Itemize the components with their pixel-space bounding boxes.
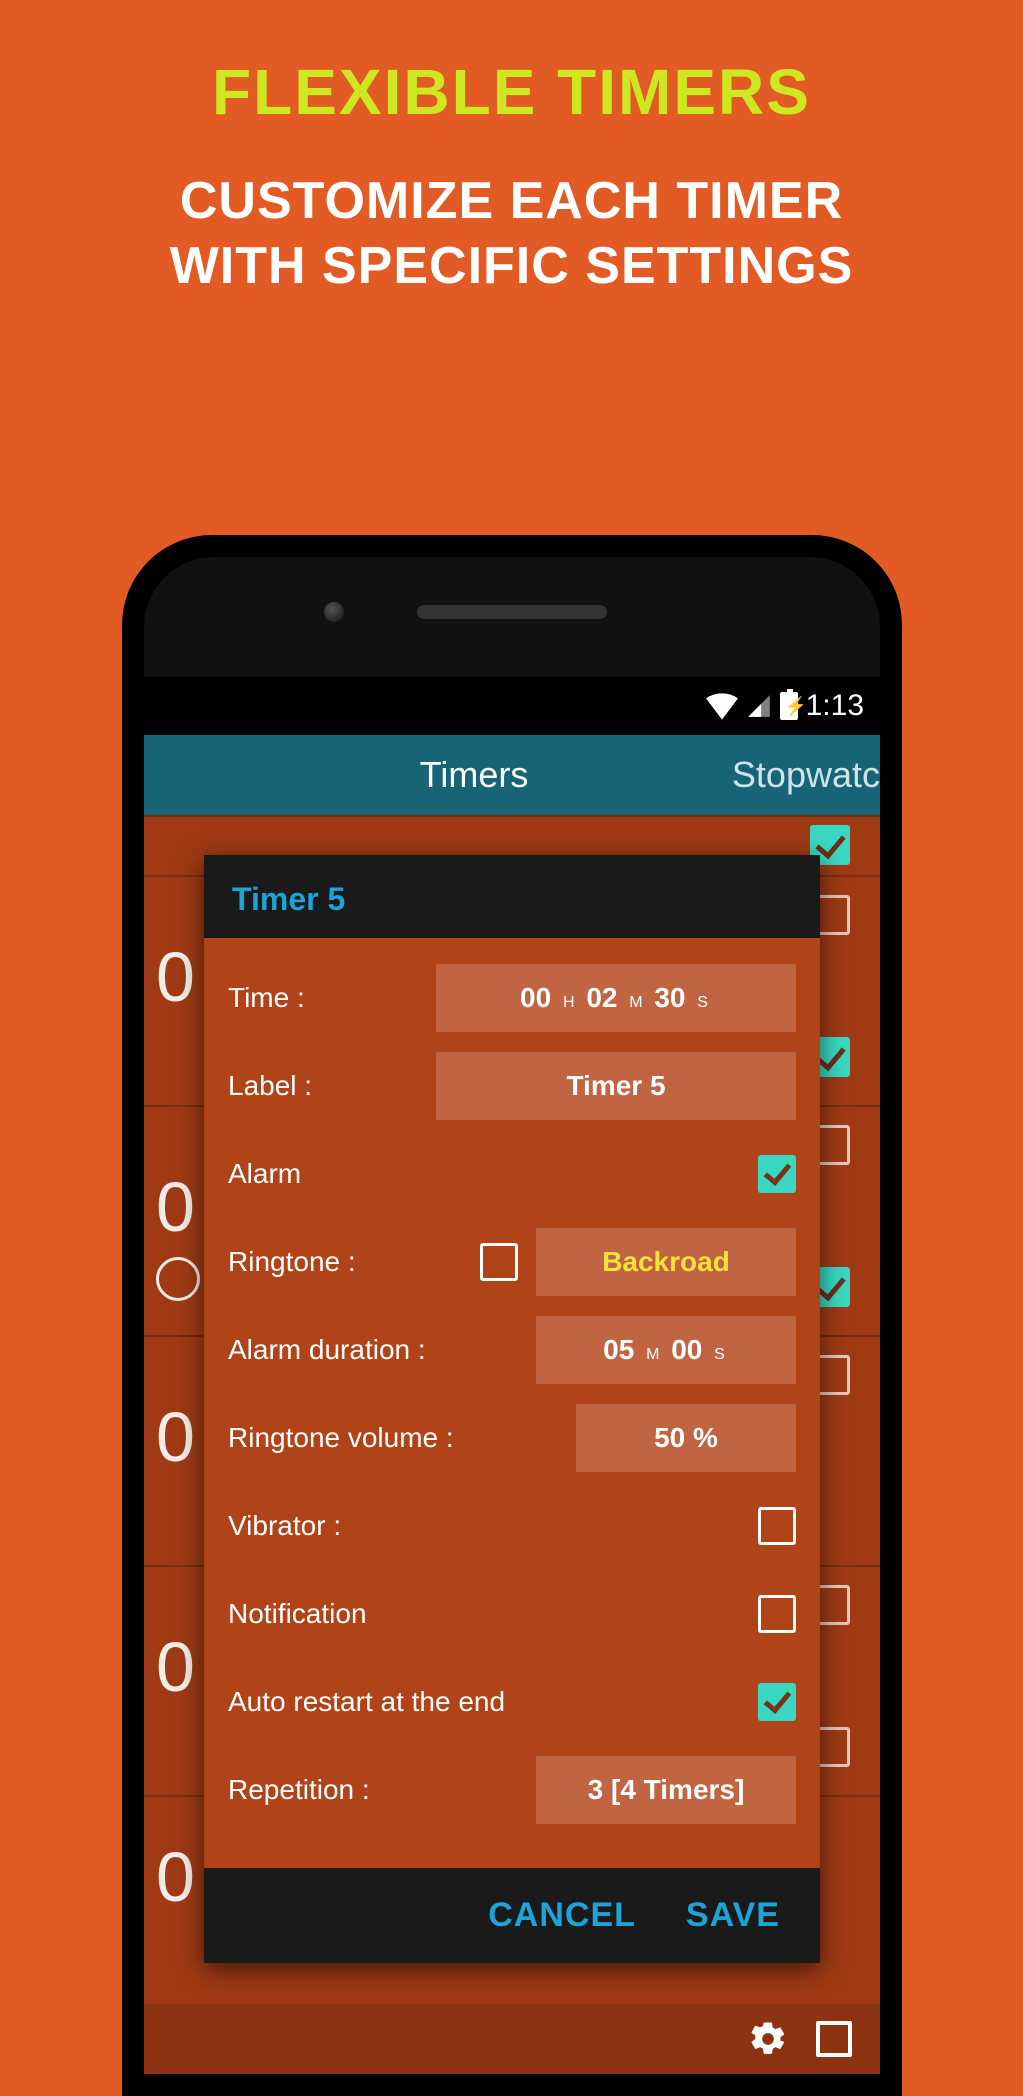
promo-title: FLEXIBLE TIMERS (0, 55, 1023, 129)
time-value-button[interactable]: 00 H 02 M 30 S (436, 964, 796, 1032)
timer-time-fragment: 0 (156, 1167, 197, 1247)
timer-time-fragment: 0 (156, 1837, 197, 1917)
promo-subtitle-line1: CUSTOMIZE EACH TIMER (180, 172, 843, 230)
phone-speaker (417, 605, 607, 619)
duration-row: Alarm duration : 05 M 00 S (228, 1310, 796, 1390)
vibrator-row: Vibrator : (228, 1486, 796, 1566)
volume-row: Ringtone volume : 50 % (228, 1398, 796, 1478)
alarm-row: Alarm (228, 1134, 796, 1214)
app-tabs: Timers Stopwatc (144, 735, 880, 815)
autorestart-row: Auto restart at the end (228, 1662, 796, 1742)
volume-label: Ringtone volume : (228, 1422, 576, 1454)
time-seconds-unit: S (697, 994, 708, 1011)
vibrator-label: Vibrator : (228, 1510, 758, 1542)
notification-row: Notification (228, 1574, 796, 1654)
duration-seconds: 00 (671, 1334, 702, 1365)
alarm-checkbox[interactable] (758, 1155, 796, 1193)
dialog-title: Timer 5 (204, 855, 820, 938)
signal-icon (746, 693, 772, 719)
promo-subtitle: CUSTOMIZE EACH TIMER WITH SPECIFIC SETTI… (0, 169, 1023, 299)
timer-time-fragment: 0 (156, 1397, 197, 1477)
alarm-icon (156, 1257, 200, 1301)
tab-stopwatch[interactable]: Stopwatc (732, 754, 880, 796)
duration-minutes-unit: M (646, 1346, 659, 1363)
select-all-checkbox[interactable] (816, 2021, 852, 2057)
repetition-label: Repetition : (228, 1774, 536, 1806)
status-bar: ⚡ 1:13 (144, 677, 880, 735)
duration-minutes: 05 (603, 1334, 634, 1365)
time-minutes-unit: M (629, 994, 642, 1011)
save-button[interactable]: SAVE (686, 1896, 780, 1935)
promo-subtitle-line2: WITH SPECIFIC SETTINGS (170, 237, 854, 295)
time-label: Time : (228, 982, 436, 1014)
duration-label: Alarm duration : (228, 1334, 536, 1366)
gear-icon[interactable] (748, 2019, 788, 2059)
notification-label: Notification (228, 1598, 758, 1630)
cancel-button[interactable]: CANCEL (488, 1896, 636, 1935)
phone-screen: ⚡ 1:13 Timers Stopwatc 0 0 (144, 677, 880, 2074)
phone-inner: ⚡ 1:13 Timers Stopwatc 0 0 (144, 557, 880, 2074)
notification-checkbox[interactable] (758, 1595, 796, 1633)
battery-charging-icon: ⚡ (780, 692, 798, 720)
phone-frame: ⚡ 1:13 Timers Stopwatc 0 0 (122, 535, 902, 2096)
label-value-button[interactable]: Timer 5 (436, 1052, 796, 1120)
dialog-actions: CANCEL SAVE (204, 1868, 820, 1963)
vibrator-checkbox[interactable] (758, 1507, 796, 1545)
timer-time-fragment: 0 (156, 937, 197, 1017)
alarm-label: Alarm (228, 1158, 758, 1190)
time-row: Time : 00 H 02 M 30 S (228, 958, 796, 1038)
ringtone-row: Ringtone : Backroad (228, 1222, 796, 1302)
time-hours-unit: H (563, 994, 575, 1011)
timer-time-fragment: 0 (156, 1627, 197, 1707)
ringtone-label: Ringtone : (228, 1246, 452, 1278)
label-label: Label : (228, 1070, 436, 1102)
duration-seconds-unit: S (714, 1346, 725, 1363)
wifi-icon (706, 693, 738, 719)
time-hours: 00 (520, 982, 551, 1013)
ringtone-value-button[interactable]: Backroad (536, 1228, 796, 1296)
phone-camera (324, 602, 344, 622)
duration-value-button[interactable]: 05 M 00 S (536, 1316, 796, 1384)
repetition-row: Repetition : 3 [4 Timers] (228, 1750, 796, 1830)
repetition-value-button[interactable]: 3 [4 Timers] (536, 1756, 796, 1824)
label-row: Label : Timer 5 (228, 1046, 796, 1126)
tab-timers[interactable]: Timers (344, 754, 604, 796)
ringtone-checkbox[interactable] (480, 1243, 518, 1281)
dialog-body: Time : 00 H 02 M 30 S Label : Timer 5 (204, 938, 820, 1868)
status-time: 1:13 (806, 689, 864, 723)
bottom-bar (144, 2004, 880, 2074)
autorestart-checkbox[interactable] (758, 1683, 796, 1721)
time-minutes: 02 (586, 982, 617, 1013)
autorestart-label: Auto restart at the end (228, 1686, 758, 1718)
volume-value-button[interactable]: 50 % (576, 1404, 796, 1472)
time-seconds: 30 (654, 982, 685, 1013)
timer-settings-dialog: Timer 5 Time : 00 H 02 M 30 S (204, 855, 820, 1963)
